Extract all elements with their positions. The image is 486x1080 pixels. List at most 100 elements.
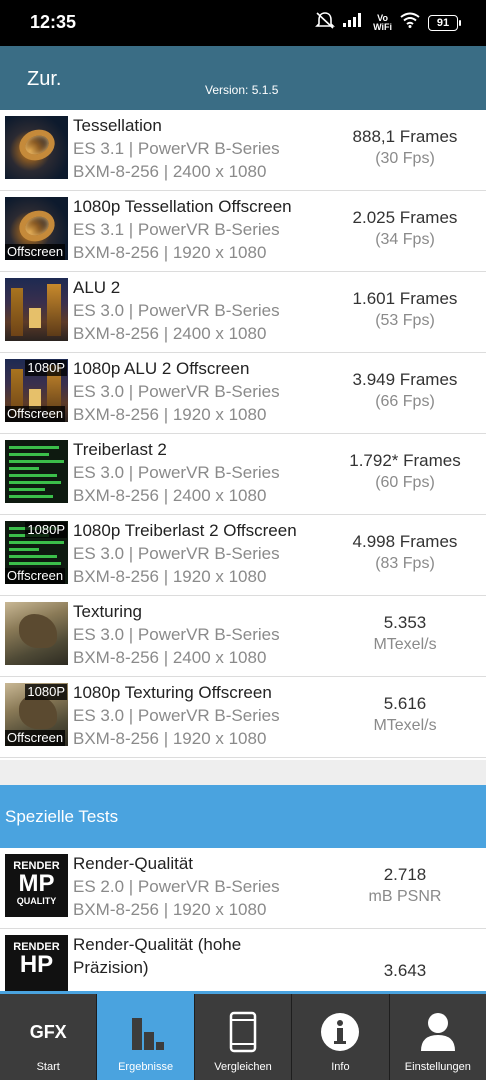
result-row-alu2[interactable]: ALU 2 ES 3.0 | PowerVR B-Series BXM-8-25… (0, 272, 486, 353)
nav-start[interactable]: GFX Start (0, 994, 98, 1080)
test-api: ES 3.1 | PowerVR B-Series (73, 139, 280, 158)
info-icon (318, 1010, 362, 1054)
score-value: 1.601 Frames (352, 289, 458, 308)
1080p-tag: 1080P (25, 360, 67, 376)
score-sub: MTexel/s (373, 717, 437, 734)
vowifi-bottom: WiFi (373, 21, 392, 32)
tessellation-thumbnail (5, 116, 68, 179)
test-title-continued: Präzision) (73, 958, 149, 977)
test-device: BXM-8-256 | 1920 x 1080 (73, 567, 267, 586)
test-title: 1080p ALU 2 Offscreen (73, 359, 250, 378)
vowifi-icon: Vo WiFi (373, 13, 392, 32)
result-row-render-quality[interactable]: RENDER MP QUALITY Render-Qualität ES 2.0… (0, 848, 486, 929)
score-sub: (60 Fps) (375, 474, 435, 491)
back-button[interactable]: Zur. (27, 68, 61, 91)
score-sub: MTexel/s (373, 636, 437, 653)
test-api: ES 3.0 | PowerVR B-Series (73, 301, 280, 320)
version-label: Version: 5.1.5 (205, 83, 279, 97)
test-title: Render-Qualität (hohe (73, 935, 242, 954)
test-api: ES 3.0 | PowerVR B-Series (73, 463, 280, 482)
result-row-texturing[interactable]: Texturing ES 3.0 | PowerVR B-Series BXM-… (0, 596, 486, 677)
render-quality-hp-thumbnail: RENDER HP (5, 935, 68, 991)
score-value: 1.792* Frames (349, 451, 461, 470)
test-title: Render-Qualität (73, 854, 194, 873)
texturing-thumbnail: 1080P Offscreen (5, 683, 68, 746)
score-value: 3.949 Frames (352, 370, 458, 389)
render-quality-thumbnail: RENDER MP QUALITY (5, 854, 68, 917)
result-row-driver2[interactable]: Treiberlast 2 ES 3.0 | PowerVR B-Series … (0, 434, 486, 515)
score-value: 2.718 (383, 865, 427, 884)
driver-thumbnail (5, 440, 68, 503)
result-row-tessellation-offscreen[interactable]: Offscreen 1080p Tessellation Offscreen E… (0, 191, 486, 272)
test-api: ES 3.1 | PowerVR B-Series (73, 220, 280, 239)
offscreen-tag: Offscreen (5, 568, 66, 584)
score-sub: (34 Fps) (375, 231, 435, 248)
alu-thumbnail (5, 278, 68, 341)
test-title: Tessellation (73, 116, 162, 135)
test-device: BXM-8-256 | 2400 x 1080 (73, 648, 267, 667)
test-device: BXM-8-256 | 2400 x 1080 (73, 324, 267, 343)
1080p-tag: 1080P (25, 684, 67, 700)
test-title: 1080p Treiberlast 2 Offscreen (73, 521, 297, 540)
section-spacer (0, 760, 486, 785)
nav-settings[interactable]: Einstellungen (390, 994, 486, 1080)
nav-label: Info (331, 1061, 350, 1073)
driver-thumbnail: 1080P Offscreen (5, 521, 68, 584)
nav-results[interactable]: Ergebnisse (97, 994, 195, 1080)
tessellation-thumbnail: Offscreen (5, 197, 68, 260)
nav-label: Einstellungen (404, 1061, 471, 1073)
test-api: ES 3.0 | PowerVR B-Series (73, 544, 280, 563)
section-title: Spezielle Tests (5, 807, 119, 826)
phone-icon (221, 1010, 265, 1054)
score-sub: (53 Fps) (375, 312, 435, 329)
gfx-logo-icon: GFX (26, 1010, 70, 1054)
result-row-render-quality-hp[interactable]: RENDER HP Render-Qualität (hohe Präzisio… (0, 929, 486, 991)
bottom-navigation: GFX Start Ergebnisse Vergleichen Info Ei… (0, 991, 486, 1080)
score-value: 4.998 Frames (352, 532, 458, 551)
score-sub: (66 Fps) (375, 393, 435, 410)
score-sub: (83 Fps) (375, 555, 435, 572)
score-value: 2.025 Frames (352, 208, 458, 227)
result-row-driver2-offscreen[interactable]: 1080P Offscreen 1080p Treiberlast 2 Offs… (0, 515, 486, 596)
score-value: 5.353 (383, 613, 427, 632)
test-api: ES 3.0 | PowerVR B-Series (73, 625, 280, 644)
score-value: 888,1 Frames (352, 127, 458, 146)
test-device: BXM-8-256 | 1920 x 1080 (73, 405, 267, 424)
gfx-logo-text: GFX (29, 1021, 67, 1042)
offscreen-tag: Offscreen (5, 406, 66, 422)
alarm-muted-icon (315, 11, 336, 34)
special-tests-header: Spezielle Tests (0, 785, 486, 848)
test-title: Texturing (73, 602, 142, 621)
thumb-text: MP (18, 870, 55, 897)
battery-indicator: 91 (428, 14, 461, 31)
nav-label: Ergebnisse (118, 1061, 174, 1073)
person-icon (416, 1010, 460, 1054)
thumb-text: HP (19, 951, 54, 978)
nav-compare[interactable]: Vergleichen (195, 994, 293, 1080)
test-title: 1080p Texturing Offscreen (73, 683, 272, 702)
test-device: BXM-8-256 | 1920 x 1080 (73, 243, 267, 262)
offscreen-tag: Offscreen (5, 244, 66, 260)
test-title: 1080p Tessellation Offscreen (73, 197, 292, 216)
result-row-alu2-offscreen[interactable]: 1080P Offscreen 1080p ALU 2 Offscreen ES… (0, 353, 486, 434)
score-sub: (30 Fps) (375, 150, 435, 167)
nav-label: Start (36, 1061, 60, 1073)
status-icons: Vo WiFi 91 (315, 11, 461, 34)
nav-label: Vergleichen (214, 1061, 272, 1073)
score-sub: mB PSNR (368, 888, 442, 905)
bar-chart-icon (124, 1010, 168, 1054)
test-title: Treiberlast 2 (73, 440, 167, 459)
alu-thumbnail: 1080P Offscreen (5, 359, 68, 422)
result-row-tessellation[interactable]: Tessellation ES 3.1 | PowerVR B-Series B… (0, 110, 486, 191)
test-device: BXM-8-256 | 1920 x 1080 (73, 729, 267, 748)
texturing-thumbnail (5, 602, 68, 665)
wifi-icon (400, 12, 420, 33)
offscreen-tag: Offscreen (5, 730, 66, 746)
status-time: 12:35 (30, 12, 77, 32)
score-value: 3.643 (383, 961, 427, 980)
app-header: Zur. Version: 5.1.5 (0, 46, 486, 110)
nav-info[interactable]: Info (292, 994, 390, 1080)
results-list[interactable]: Tessellation ES 3.1 | PowerVR B-Series B… (0, 110, 486, 991)
result-row-texturing-offscreen[interactable]: 1080P Offscreen 1080p Texturing Offscree… (0, 677, 486, 758)
signal-icon (343, 13, 365, 32)
